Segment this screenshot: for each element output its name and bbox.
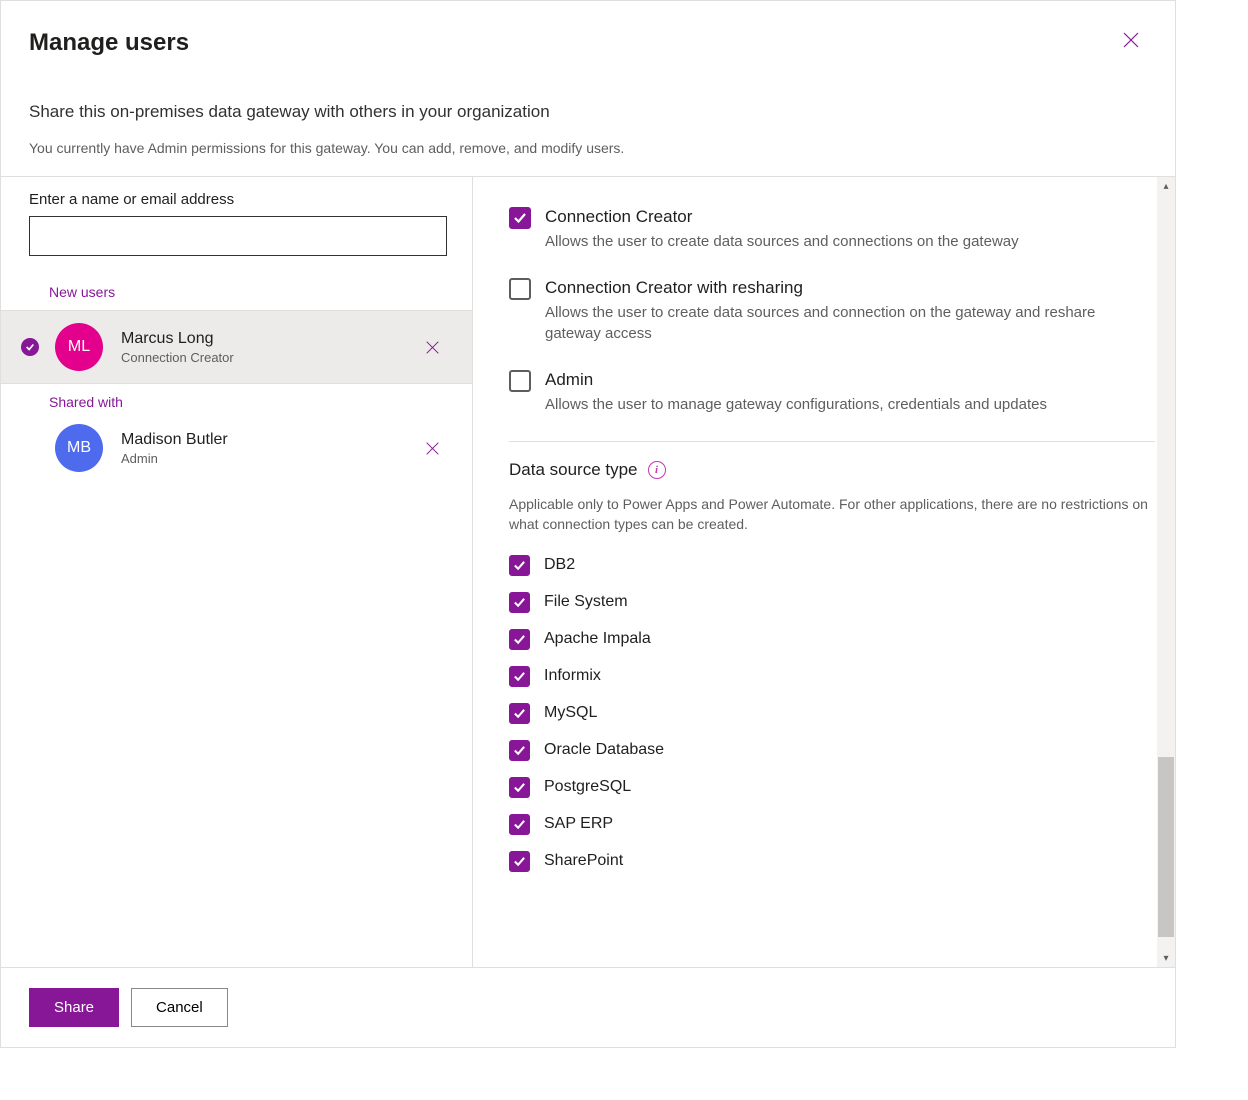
role-title: Admin xyxy=(545,370,1155,390)
datasource-checkbox[interactable] xyxy=(509,703,530,724)
datasource-note: Applicable only to Power Apps and Power … xyxy=(509,494,1155,535)
dialog-body: Enter a name or email address New users … xyxy=(1,177,1175,967)
datasource-title: Data source type xyxy=(509,460,638,480)
datasource-checkbox[interactable] xyxy=(509,555,530,576)
datasource-checkbox[interactable] xyxy=(509,629,530,650)
datasource-list: DB2 File System Apache Impala Informix MySQL… xyxy=(509,555,1155,872)
role-desc: Allows the user to manage gateway config… xyxy=(545,394,1155,415)
user-name: Marcus Long xyxy=(121,330,420,348)
role-desc: Allows the user to create data sources a… xyxy=(545,302,1155,344)
scrollbar-thumb[interactable] xyxy=(1158,757,1174,937)
close-icon xyxy=(425,340,440,355)
datasource-label: MySQL xyxy=(544,704,597,722)
datasource-label: File System xyxy=(544,593,628,611)
datasource-item: SharePoint xyxy=(509,851,1155,872)
datasource-item: DB2 xyxy=(509,555,1155,576)
name-input-label: Enter a name or email address xyxy=(1,191,472,216)
remove-user-button[interactable] xyxy=(420,335,444,359)
user-row-marcus-long[interactable]: ML Marcus Long Connection Creator xyxy=(1,310,472,384)
datasource-label: SAP ERP xyxy=(544,815,613,833)
permission-note: You currently have Admin permissions for… xyxy=(29,140,1139,156)
datasource-item: Oracle Database xyxy=(509,740,1155,761)
role-connection-creator-resharing: Connection Creator with resharing Allows… xyxy=(509,278,1155,344)
datasource-checkbox[interactable] xyxy=(509,592,530,613)
dialog-header: Manage users Share this on-premises data… xyxy=(1,1,1175,177)
datasource-item: SAP ERP xyxy=(509,814,1155,835)
datasource-header: Data source type i xyxy=(509,460,1155,480)
user-name: Madison Butler xyxy=(121,431,420,449)
role-desc: Allows the user to create data sources a… xyxy=(545,231,1155,252)
page-subtitle: Share this on-premises data gateway with… xyxy=(29,102,1139,122)
cancel-button[interactable]: Cancel xyxy=(131,988,228,1027)
datasource-item: File System xyxy=(509,592,1155,613)
role-checkbox[interactable] xyxy=(509,278,531,300)
datasource-item: Apache Impala xyxy=(509,629,1155,650)
name-email-input[interactable] xyxy=(29,216,447,256)
users-pane: Enter a name or email address New users … xyxy=(1,177,473,967)
datasource-checkbox[interactable] xyxy=(509,851,530,872)
datasource-label: Oracle Database xyxy=(544,741,664,759)
role-checkbox[interactable] xyxy=(509,370,531,392)
datasource-checkbox[interactable] xyxy=(509,666,530,687)
role-title: Connection Creator with resharing xyxy=(545,278,1155,298)
datasource-item: Informix xyxy=(509,666,1155,687)
avatar: MB xyxy=(55,424,103,472)
datasource-label: Apache Impala xyxy=(544,630,651,648)
close-icon xyxy=(1122,31,1140,49)
datasource-label: DB2 xyxy=(544,556,575,574)
datasource-label: Informix xyxy=(544,667,601,685)
scroll-down-icon[interactable]: ▾ xyxy=(1157,949,1175,967)
datasource-item: PostgreSQL xyxy=(509,777,1155,798)
datasource-checkbox[interactable] xyxy=(509,777,530,798)
user-role: Connection Creator xyxy=(121,350,420,365)
manage-users-dialog: Manage users Share this on-premises data… xyxy=(0,0,1176,1048)
datasource-item: MySQL xyxy=(509,703,1155,724)
new-users-label: New users xyxy=(1,274,472,310)
user-row-madison-butler[interactable]: MB Madison Butler Admin xyxy=(1,420,472,484)
role-checkbox[interactable] xyxy=(509,207,531,229)
selected-check-icon xyxy=(21,338,39,356)
close-button[interactable] xyxy=(1117,26,1145,54)
user-role: Admin xyxy=(121,451,420,466)
role-title: Connection Creator xyxy=(545,207,1155,227)
avatar: ML xyxy=(55,323,103,371)
datasource-label: PostgreSQL xyxy=(544,778,631,796)
close-icon xyxy=(425,441,440,456)
role-connection-creator: Connection Creator Allows the user to cr… xyxy=(509,207,1155,252)
dialog-footer: Share Cancel xyxy=(1,967,1175,1047)
datasource-checkbox[interactable] xyxy=(509,814,530,835)
scrollbar[interactable]: ▴ ▾ xyxy=(1157,177,1175,967)
shared-with-label: Shared with xyxy=(1,384,472,420)
info-icon[interactable]: i xyxy=(648,461,666,479)
remove-user-button[interactable] xyxy=(420,436,444,460)
roles-pane: Connection Creator Allows the user to cr… xyxy=(473,177,1175,967)
datasource-checkbox[interactable] xyxy=(509,740,530,761)
scroll-up-icon[interactable]: ▴ xyxy=(1157,177,1175,195)
share-button[interactable]: Share xyxy=(29,988,119,1027)
page-title: Manage users xyxy=(29,29,1139,57)
role-admin: Admin Allows the user to manage gateway … xyxy=(509,370,1155,415)
datasource-label: SharePoint xyxy=(544,852,623,870)
divider xyxy=(509,441,1155,442)
